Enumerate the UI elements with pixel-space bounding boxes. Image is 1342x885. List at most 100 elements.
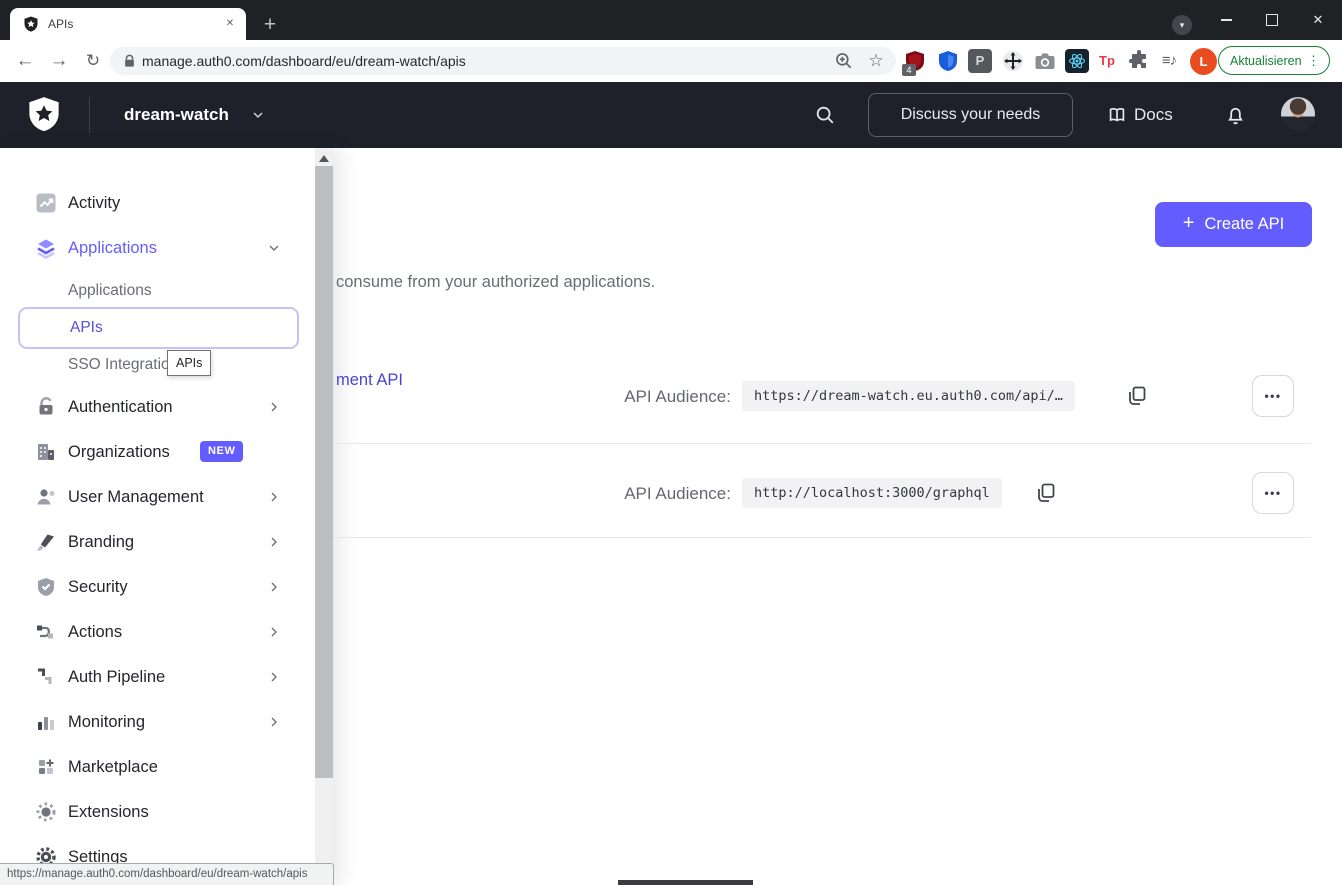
tab-search-icon[interactable]: ▾ <box>1172 15 1192 35</box>
chrome-menu-icon[interactable]: ⋮ <box>1307 53 1320 69</box>
window-close-button[interactable]: ✕ <box>1296 0 1340 40</box>
chevron-right-icon <box>266 669 282 685</box>
tenant-chevron-down-icon[interactable] <box>250 107 266 123</box>
move-crosshair-extension-icon[interactable] <box>1001 49 1025 73</box>
bitwarden-extension-icon[interactable] <box>936 49 960 73</box>
chevron-right-icon <box>266 489 282 505</box>
copy-icon[interactable] <box>1034 481 1058 505</box>
extensions-gear-icon <box>34 800 58 824</box>
security-shield-icon <box>34 575 58 599</box>
chevron-right-icon <box>266 579 282 595</box>
user-management-icon <box>34 485 58 509</box>
docs-link[interactable]: Docs <box>1134 82 1173 148</box>
apis-tooltip: APIs <box>167 350 211 376</box>
row-menu-button[interactable]: ••• <box>1252 375 1294 417</box>
sidebar-item-label: Actions <box>68 610 122 654</box>
sidebar-item-authentication[interactable]: Authentication <box>0 385 300 429</box>
row-menu-button[interactable]: ••• <box>1252 472 1294 514</box>
sidebar-item-label: User Management <box>68 475 204 519</box>
notifications-bell-icon[interactable] <box>1224 103 1247 127</box>
sidebar-item-marketplace[interactable]: Marketplace <box>0 745 300 789</box>
sidebar-item-label: Branding <box>68 520 134 564</box>
sidebar-item-label: Monitoring <box>68 700 145 744</box>
chevron-right-icon <box>266 399 282 415</box>
url-text[interactable]: manage.auth0.com/dashboard/eu/dream-watc… <box>142 47 466 75</box>
copy-icon[interactable] <box>1125 384 1149 408</box>
camera-extension-icon[interactable] <box>1033 49 1057 73</box>
scrollbar-up-arrow-icon[interactable] <box>319 155 329 162</box>
status-bar-url: https://manage.auth0.com/dashboard/eu/dr… <box>0 863 334 885</box>
tab-close-icon[interactable]: ✕ <box>222 16 238 32</box>
lock-icon <box>122 53 137 69</box>
sidebar-item-label: Marketplace <box>68 745 158 789</box>
new-badge: NEW <box>200 441 243 462</box>
sidebar-item-label: Applications <box>68 226 157 270</box>
extensions-puzzle-icon[interactable] <box>1127 49 1151 73</box>
zoom-icon[interactable] <box>834 51 854 71</box>
api-audience-label: API Audience: <box>600 484 731 504</box>
sidebar-item-actions[interactable]: Actions <box>0 610 300 654</box>
window-maximize-button[interactable] <box>1250 0 1294 40</box>
sidebar-item-label: Extensions <box>68 790 149 834</box>
p-extension-icon[interactable]: P <box>968 49 992 73</box>
page-description: consume from your authorized application… <box>336 273 655 292</box>
branding-paintbrush-icon <box>34 530 58 554</box>
sidebar-item-auth-pipeline[interactable]: Auth Pipeline <box>0 655 300 699</box>
forward-icon[interactable]: → <box>46 48 72 74</box>
docs-book-icon[interactable] <box>1106 104 1128 126</box>
react-devtools-extension-icon[interactable] <box>1065 49 1089 73</box>
api-audience-value[interactable]: http://localhost:3000/graphql <box>742 478 1002 508</box>
new-tab-button[interactable]: + <box>258 13 282 37</box>
auth0-favicon <box>23 16 39 32</box>
organizations-building-icon <box>34 440 58 464</box>
chevron-right-icon <box>266 534 282 550</box>
chrome-update-button[interactable]: Aktualisieren ⋮ <box>1218 46 1330 75</box>
browser-titlebar: APIs ✕ + ▾ ✕ <box>0 0 1342 40</box>
discuss-your-needs-button[interactable]: Discuss your needs <box>868 93 1073 137</box>
marketplace-grid-icon <box>34 755 58 779</box>
sidebar-item-label: APIs <box>70 309 103 347</box>
sidebar-subitem-applications[interactable]: Applications <box>68 278 152 304</box>
browser-tab[interactable]: APIs ✕ <box>10 8 246 40</box>
sidebar-item-label: Security <box>68 565 128 609</box>
sidebar-scrollbar[interactable] <box>315 148 333 885</box>
user-avatar[interactable] <box>1281 97 1315 131</box>
sidebar-item-extensions[interactable]: Extensions <box>0 790 300 834</box>
tenant-name[interactable]: dream-watch <box>124 82 229 148</box>
api-audience-value[interactable]: https://dream-watch.eu.auth0.com/api/… <box>742 381 1075 411</box>
api-name-link[interactable]: ment API <box>336 371 403 390</box>
sidebar-item-label: Activity <box>68 181 120 225</box>
sidebar-item-user-management[interactable]: User Management <box>0 475 300 519</box>
chevron-down-icon <box>266 240 282 256</box>
sidebar-item-applications[interactable]: Applications <box>0 226 300 270</box>
chrome-profile-avatar[interactable]: L <box>1190 48 1217 75</box>
back-icon[interactable]: ← <box>12 48 38 74</box>
header-divider <box>89 97 90 133</box>
sidebar-item-branding[interactable]: Branding <box>0 520 300 564</box>
bookmark-star-icon[interactable]: ☆ <box>865 48 887 74</box>
api-audience-label: API Audience: <box>600 387 731 407</box>
tab-title: APIs <box>48 8 73 40</box>
update-label: Aktualisieren <box>1219 54 1302 68</box>
actions-flow-icon <box>34 620 58 644</box>
create-api-button[interactable]: + Create API <box>1155 202 1312 247</box>
ublock-extension-icon[interactable]: 4 <box>903 49 927 73</box>
sidebar-drawer: Activity Applications Applications APIs … <box>0 148 333 885</box>
monitoring-bars-icon <box>34 710 58 734</box>
chevron-right-icon <box>266 624 282 640</box>
sidebar-item-monitoring[interactable]: Monitoring <box>0 700 300 744</box>
sidebar-item-organizations[interactable]: Organizations NEW <box>0 430 300 474</box>
tp-extension-icon[interactable]: Tp <box>1095 49 1119 73</box>
sidebar-item-activity[interactable]: Activity <box>0 181 300 225</box>
sidebar-subitem-apis-selected[interactable]: APIs <box>18 307 299 349</box>
scrollbar-thumb[interactable] <box>315 166 333 778</box>
auth-pipeline-icon <box>34 665 58 689</box>
refresh-icon[interactable]: ↻ <box>80 48 106 74</box>
window-minimize-button[interactable] <box>1204 0 1248 40</box>
media-controls-icon[interactable]: ≡♪ <box>1157 49 1181 73</box>
plus-icon: + <box>1183 212 1195 235</box>
auth0-logo[interactable] <box>26 96 62 132</box>
sidebar-item-security[interactable]: Security <box>0 565 300 609</box>
browser-window: APIs ✕ + ▾ ✕ ← → ↻ manage.auth0.com/dash… <box>0 0 1342 885</box>
search-icon[interactable] <box>814 104 836 126</box>
